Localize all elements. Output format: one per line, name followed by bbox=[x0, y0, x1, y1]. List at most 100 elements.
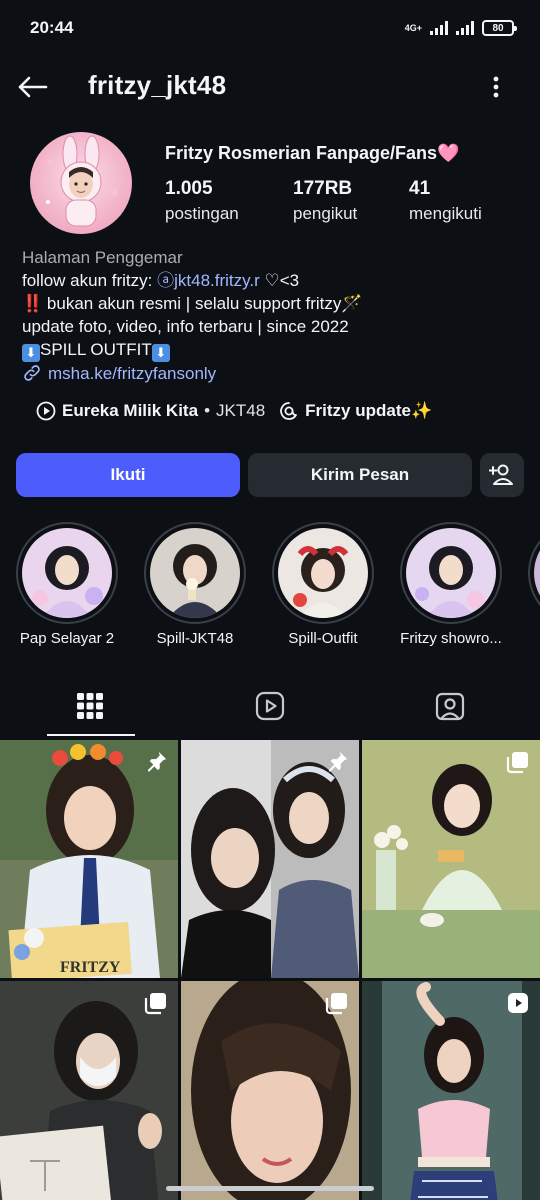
add-person-icon bbox=[489, 464, 513, 485]
network-type: 4G+ bbox=[404, 22, 422, 33]
song-title: Eureka Milik Kita bbox=[62, 401, 199, 420]
highlight-label: Pap Selayar 2 bbox=[19, 630, 115, 647]
highlight-ring bbox=[144, 522, 246, 624]
pin-icon bbox=[328, 751, 348, 772]
profile-stats: 1.005 postingan 177RB pengikut 41 mengik… bbox=[165, 177, 482, 227]
post-image bbox=[181, 740, 359, 978]
back-button[interactable] bbox=[14, 69, 50, 105]
down-arrow-icon: ⬇ bbox=[22, 343, 40, 362]
story-highlights: Pap Selayar 2 Spill-JKT48 Spill-Outfit F… bbox=[0, 522, 540, 652]
bio-text: bukan akun resmi | selalu support fritzy… bbox=[46, 294, 363, 313]
bio-text: ♡<3 bbox=[259, 271, 300, 290]
more-options-button[interactable] bbox=[482, 72, 510, 102]
down-arrow-icon: ⬇ bbox=[151, 343, 170, 362]
tab-posts-grid[interactable] bbox=[0, 676, 180, 736]
post-image: FRITZY bbox=[0, 740, 178, 978]
post-image bbox=[362, 740, 540, 978]
highlight-label: Fritzy showro... bbox=[400, 630, 502, 647]
tab-reels[interactable] bbox=[180, 676, 360, 736]
stat-label: postingan bbox=[165, 204, 239, 223]
profile-bio: Halaman Penggemar follow akun fritzy: ⓐj… bbox=[22, 246, 522, 385]
status-time: 20:44 bbox=[30, 18, 74, 37]
post-thumbnail[interactable] bbox=[181, 740, 359, 978]
link-text: msha.ke/fritzyfansonly bbox=[48, 363, 217, 383]
highlight-ring bbox=[528, 522, 540, 624]
highlight-cover bbox=[22, 528, 112, 618]
home-indicator[interactable] bbox=[166, 1186, 374, 1191]
stat-following[interactable]: 41 mengikuti bbox=[409, 177, 482, 227]
tagged-person-icon bbox=[435, 692, 465, 721]
stat-value: 1.005 bbox=[165, 178, 213, 199]
suggested-accounts-button[interactable] bbox=[480, 453, 524, 497]
highlight-label: Spill-JKT48 bbox=[156, 630, 234, 647]
signal-icon bbox=[430, 21, 448, 35]
battery-level: 80 bbox=[492, 22, 504, 34]
threads-chip[interactable]: Fritzy update✨ bbox=[279, 401, 432, 421]
avatar-image bbox=[46, 135, 118, 227]
stat-posts[interactable]: 1.005 postingan bbox=[165, 177, 293, 227]
follow-button[interactable]: Ikuti bbox=[16, 453, 240, 497]
profile-username: fritzy_jkt48 bbox=[88, 70, 227, 100]
threads-icon bbox=[280, 402, 298, 420]
reel-play-icon bbox=[508, 993, 528, 1013]
carousel-icon bbox=[506, 752, 528, 774]
highlight-label: Spill-Outfit bbox=[288, 630, 358, 647]
back-arrow-icon bbox=[18, 76, 48, 98]
double-exclamation-icon: ‼️ bbox=[22, 294, 43, 313]
bio-text: SPILL OUTFIT bbox=[40, 340, 152, 359]
post-thumbnail[interactable] bbox=[181, 981, 359, 1200]
song-artist: JKT48 bbox=[216, 401, 266, 420]
threads-label: Fritzy update✨ bbox=[305, 401, 433, 420]
stat-value: 177RB bbox=[293, 178, 353, 199]
highlight-item[interactable]: F bbox=[519, 522, 540, 647]
tab-tagged[interactable] bbox=[360, 676, 540, 736]
music-separator: • bbox=[204, 401, 211, 420]
message-button[interactable]: Kirim Pesan bbox=[248, 453, 472, 497]
more-vertical-icon bbox=[493, 76, 499, 98]
highlight-cover bbox=[278, 528, 368, 618]
music-chip[interactable]: Eureka Milik Kita • JKT48 bbox=[36, 401, 265, 421]
post-thumbnail[interactable] bbox=[362, 981, 540, 1200]
carousel-icon bbox=[325, 993, 347, 1015]
post-thumbnail[interactable]: FRITZY bbox=[0, 740, 178, 978]
highlight-item[interactable]: Spill-Outfit bbox=[263, 522, 383, 647]
profile-category: Halaman Penggemar bbox=[22, 248, 183, 267]
link-icon bbox=[24, 365, 40, 381]
pin-icon bbox=[147, 751, 167, 772]
battery-icon: 80 bbox=[482, 20, 517, 36]
stat-label: pengikut bbox=[293, 204, 358, 223]
bio-line-outfit: ⬇ SPILL OUTFIT ⬇ bbox=[22, 338, 522, 362]
reels-icon bbox=[255, 691, 285, 721]
profile-tabs bbox=[0, 676, 540, 736]
active-tab-indicator bbox=[47, 734, 135, 736]
stat-value: 41 bbox=[409, 178, 431, 199]
stat-followers[interactable]: 177RB pengikut bbox=[293, 177, 409, 227]
music-threads-row: Eureka Milik Kita • JKT48 Fritzy update✨ bbox=[36, 401, 432, 421]
bio-external-link[interactable]: msha.ke/fritzyfansonly bbox=[22, 362, 522, 385]
profile-avatar[interactable] bbox=[30, 132, 132, 234]
bio-line-disclaimer: ‼️ bukan akun resmi | selalu support fri… bbox=[22, 292, 522, 315]
highlight-ring bbox=[400, 522, 502, 624]
grid-overlay-text: FRITZY bbox=[60, 959, 121, 976]
carousel-icon bbox=[144, 993, 166, 1015]
post-thumbnail[interactable] bbox=[362, 740, 540, 978]
highlight-ring bbox=[16, 522, 118, 624]
play-circle-icon bbox=[36, 401, 56, 421]
highlight-item[interactable]: Fritzy showro... bbox=[391, 522, 511, 647]
highlight-item[interactable]: Pap Selayar 2 bbox=[7, 522, 127, 647]
grid-icon bbox=[77, 693, 103, 719]
bio-line-follow: follow akun fritzy: ⓐjkt48.fritzy.r ♡<3 bbox=[22, 269, 522, 292]
top-bar: fritzy_jkt48 bbox=[0, 56, 540, 118]
post-thumbnail[interactable] bbox=[0, 981, 178, 1200]
signal-icon-2 bbox=[456, 21, 474, 35]
stat-label: mengikuti bbox=[409, 204, 482, 223]
highlight-cover bbox=[406, 528, 496, 618]
status-bar: 20:44 4G+ 80 bbox=[0, 0, 540, 56]
highlight-cover bbox=[150, 528, 240, 618]
bio-text: follow akun fritzy: bbox=[22, 271, 158, 290]
status-icons: 4G+ 80 bbox=[404, 20, 517, 36]
highlight-item[interactable]: Spill-JKT48 bbox=[135, 522, 255, 647]
profile-display-name: Fritzy Rosmerian Fanpage/Fans🩷 bbox=[165, 143, 460, 163]
bio-mention-link[interactable]: ⓐjkt48.fritzy.r bbox=[157, 271, 260, 290]
bio-line-update: update foto, video, info terbaru | since… bbox=[22, 317, 349, 336]
